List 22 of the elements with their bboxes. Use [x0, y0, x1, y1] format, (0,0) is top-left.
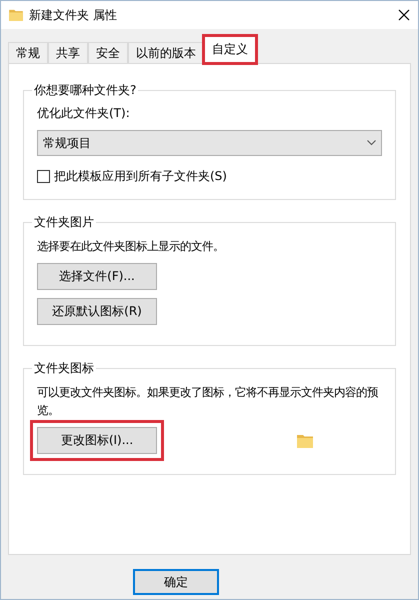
folder-type-dropdown[interactable]: 常规项目	[37, 130, 382, 156]
dialog-button[interactable]: 更改图标(I)...	[30, 420, 164, 461]
ok-button[interactable]: 确定	[133, 569, 219, 595]
close-icon[interactable]	[398, 9, 410, 21]
checkbox[interactable]	[37, 170, 50, 183]
dialog-button[interactable]: 选择文件(F)...	[37, 263, 157, 290]
dialog-button[interactable]: 还原默认图标(R)	[37, 298, 157, 325]
tab[interactable]: 共享	[48, 42, 88, 63]
description-text: 选择要在此文件夹图标上显示的文件。	[37, 238, 225, 255]
tab[interactable]: 以前的版本	[128, 42, 204, 63]
field-label: 优化此文件夹(T):	[37, 105, 131, 122]
folder-icon	[9, 9, 23, 21]
checkbox-label[interactable]: 把此模板应用到所有子文件夹(S)	[54, 168, 227, 185]
tab[interactable]: 常规	[8, 42, 48, 63]
group-legend: 你想要哪种文件夹?	[32, 82, 138, 99]
tab[interactable]: 安全	[88, 42, 128, 63]
window-title: 新建文件夹 属性	[29, 6, 118, 24]
tab[interactable]: 自定义	[205, 37, 255, 62]
description-text: 可以更改文件夹图标。如果更改了图标，它将不再显示文件夹内容的预览。	[37, 384, 379, 419]
group-legend: 文件夹图标	[32, 360, 96, 377]
group-legend: 文件夹图片	[32, 214, 96, 231]
chevron-down-icon	[367, 140, 376, 146]
